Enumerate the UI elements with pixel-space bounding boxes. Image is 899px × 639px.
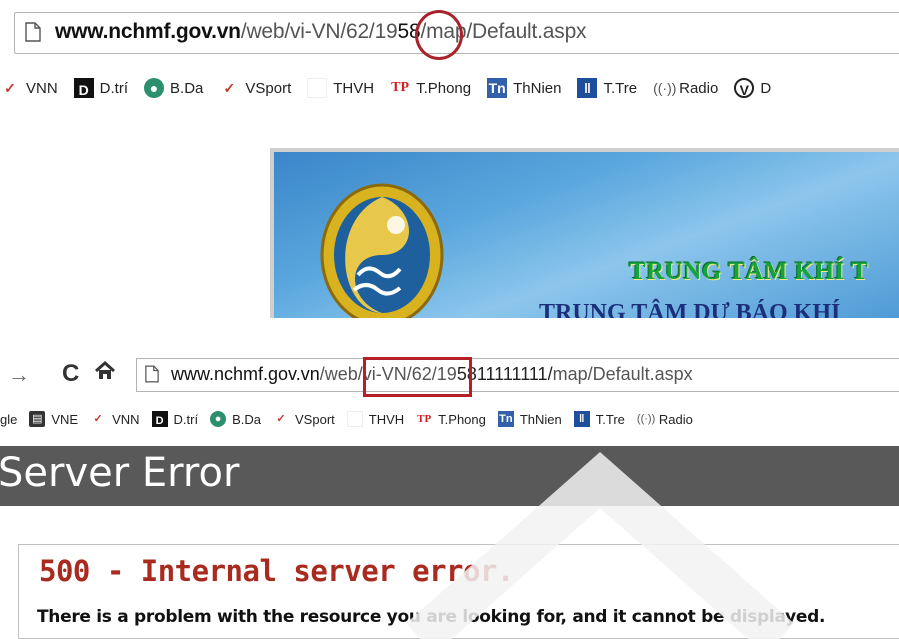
error-box: 500 - Internal server error. There is a … bbox=[18, 544, 899, 639]
bookmark-thvh[interactable]: THVH bbox=[307, 78, 374, 98]
tn-icon: Tn bbox=[497, 411, 514, 427]
bookmark-label: ThNien bbox=[519, 411, 562, 427]
bookmark-dtri[interactable]: D D.trí bbox=[151, 411, 199, 427]
bookmark-label: THVH bbox=[368, 411, 405, 427]
bookmark-label: B.Da bbox=[170, 79, 204, 97]
bookmark-label: VSport bbox=[245, 79, 292, 97]
bookmark-google[interactable]: gle bbox=[0, 412, 17, 427]
bookmark-label: VNN bbox=[26, 79, 58, 97]
bookmark-thvh[interactable]: THVH bbox=[346, 411, 405, 427]
bookmark-label: Radio bbox=[658, 411, 693, 427]
tt-icon: ‖ bbox=[573, 411, 590, 427]
d-icon: D bbox=[151, 411, 168, 427]
bookmark-thnien[interactable]: Tn ThNien bbox=[487, 78, 561, 98]
url-host: www.nchmf.gov.vn bbox=[55, 20, 241, 43]
page-icon bbox=[145, 365, 159, 388]
bookmark-vsport[interactable]: ✓ VSport bbox=[219, 78, 292, 98]
rectangle-annotation bbox=[363, 357, 472, 397]
bookmark-dtri[interactable]: D D.trí bbox=[73, 78, 129, 98]
d-icon: D bbox=[73, 78, 94, 98]
error-code: 500 - Internal server error. bbox=[39, 554, 514, 588]
bookmark-bda[interactable]: ● B.Da bbox=[210, 411, 261, 427]
url-path: /web/vi-VN/62/19 bbox=[240, 20, 398, 43]
bda-icon: ● bbox=[144, 78, 165, 98]
bookmarks-bar: gle ▤ VNE ✓ VNN D D.trí ● B.Da ✓ VSport THVH … bbox=[0, 406, 705, 432]
bookmark-label: T.Tre bbox=[595, 411, 625, 427]
bookmark-bda[interactable]: ● B.Da bbox=[144, 78, 203, 98]
bookmark-label: D bbox=[760, 79, 772, 97]
check-icon: ✓ bbox=[276, 413, 286, 425]
error-header: Server Error bbox=[0, 446, 899, 506]
tn-icon: Tn bbox=[487, 78, 508, 98]
check-icon: ✓ bbox=[4, 80, 16, 96]
banner-title: TRUNG TÂM KHÍ T bbox=[629, 258, 869, 285]
bookmark-vsport[interactable]: ✓ VSport bbox=[273, 411, 335, 427]
url-text[interactable]: www.nchmf.gov.vn/web/vi-VN/62/1958/map/D… bbox=[55, 20, 587, 44]
url-path-rest: map/Default.aspx bbox=[552, 364, 693, 384]
bookmark-thnien[interactable]: Tn ThNien bbox=[497, 411, 562, 427]
blank-icon bbox=[307, 78, 328, 98]
bookmarks-bar: ✓ VNN D D.trí ● B.Da ✓ VSport THVH TP T.Phong… bbox=[0, 72, 787, 104]
emblem-icon bbox=[318, 180, 446, 318]
bookmark-label: gle bbox=[0, 411, 18, 427]
bookmark-label: D.trí bbox=[173, 411, 199, 427]
radio-icon: ((·)) bbox=[636, 413, 656, 425]
bookmark-label: B.Da bbox=[232, 411, 262, 427]
tp-icon: TP bbox=[417, 413, 432, 425]
blank-icon bbox=[346, 411, 363, 427]
error-header-title: Server Error bbox=[0, 450, 240, 496]
bookmark-vne[interactable]: ▤ VNE bbox=[29, 411, 78, 427]
bookmark-ttre[interactable]: ‖ T.Tre bbox=[577, 78, 637, 98]
top-browser-screenshot: www.nchmf.gov.vn/web/vi-VN/62/1958/map/D… bbox=[0, 0, 899, 318]
banner-subtitle: TRUNG TÂM DỰ BÁO KHÍ bbox=[539, 300, 841, 318]
tt-icon: ‖ bbox=[577, 78, 598, 98]
address-bar[interactable]: www.nchmf.gov.vn/web/vi-VN/62/1958111111… bbox=[136, 358, 899, 392]
bookmark-label: D.trí bbox=[99, 79, 129, 97]
bookmark-radio[interactable]: ((·)) Radio bbox=[653, 78, 718, 98]
page-icon bbox=[25, 22, 41, 47]
bookmark-label: T.Phong bbox=[438, 411, 486, 427]
home-icon[interactable] bbox=[94, 360, 116, 388]
forward-arrow-icon[interactable]: → bbox=[8, 362, 30, 388]
circle-annotation bbox=[415, 10, 463, 60]
bookmark-ttre[interactable]: ‖ T.Tre bbox=[573, 411, 625, 427]
tp-icon: TP bbox=[391, 80, 410, 95]
bda-icon: ● bbox=[210, 411, 227, 427]
bookmark-label: THVH bbox=[333, 79, 375, 97]
v-icon: V bbox=[734, 78, 755, 98]
bottom-browser-screenshot: → C www.nchmf.gov.vn/web/vi-VN/62/195811… bbox=[0, 320, 899, 639]
bookmark-label: VSport bbox=[295, 411, 335, 427]
bookmark-radio[interactable]: ((·)) Radio bbox=[637, 411, 693, 427]
vne-icon: ▤ bbox=[29, 411, 46, 427]
radio-icon: ((·)) bbox=[653, 80, 677, 96]
check-icon: ✓ bbox=[93, 413, 103, 425]
site-banner: TRUNG TÂM KHÍ T TRUNG TÂM DỰ BÁO KHÍ bbox=[270, 148, 899, 318]
banner-background: TRUNG TÂM KHÍ T TRUNG TÂM DỰ BÁO KHÍ bbox=[274, 152, 899, 318]
bookmark-vnn[interactable]: ✓ VNN bbox=[0, 78, 58, 98]
check-icon: ✓ bbox=[223, 80, 236, 96]
bookmark-d[interactable]: VD bbox=[734, 78, 771, 98]
reload-icon[interactable]: C bbox=[62, 360, 79, 388]
url-host: www.nchmf.gov.vn bbox=[171, 364, 320, 384]
bookmark-label: T.Phong bbox=[416, 79, 472, 97]
bookmark-label: ThNien bbox=[513, 79, 562, 97]
bookmark-tphong[interactable]: TP T.Phong bbox=[416, 411, 486, 427]
bookmark-tphong[interactable]: TP T.Phong bbox=[390, 78, 471, 98]
error-message: There is a problem with the resource you… bbox=[37, 607, 826, 627]
bookmark-label: VNE bbox=[51, 411, 79, 427]
bookmark-label: VNN bbox=[112, 411, 140, 427]
bookmark-label: T.Tre bbox=[603, 79, 638, 97]
bookmark-label: Radio bbox=[679, 79, 719, 97]
bookmark-vnn[interactable]: ✓ VNN bbox=[90, 411, 139, 427]
